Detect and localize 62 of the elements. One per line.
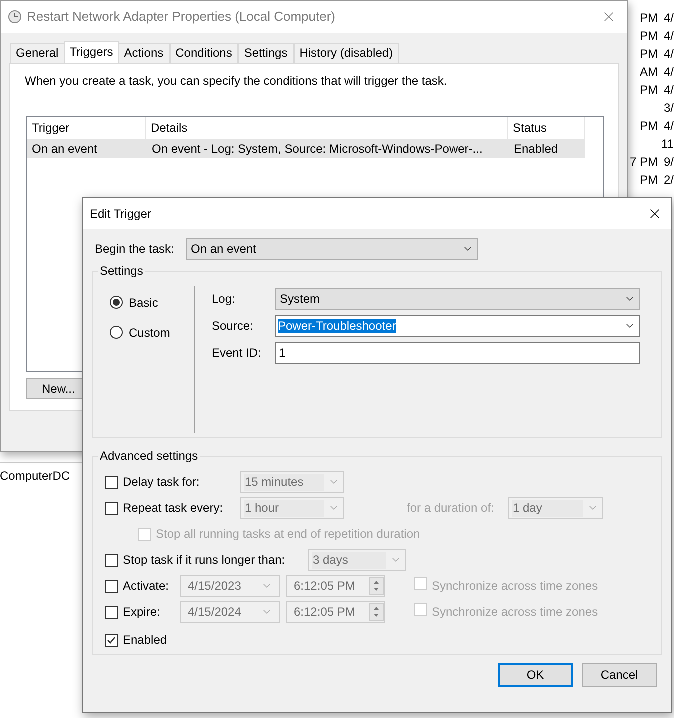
- list-cell-text: 4/: [664, 118, 674, 135]
- list-cell-text: 4/: [664, 10, 674, 27]
- list-cell-text: 4/: [664, 82, 674, 99]
- spinner-icon: [369, 577, 384, 595]
- checkbox-label: Repeat task every:: [123, 500, 224, 517]
- computer-name: ComputerDC: [0, 468, 70, 484]
- description-text: When you create a task, you can specify the conditions that will trigger the task.: [25, 73, 448, 90]
- tab[interactable]: History (disabled): [294, 43, 400, 63]
- log-dropdown[interactable]: System: [275, 288, 640, 310]
- dialog-title: Edit Trigger: [90, 206, 152, 222]
- tab[interactable]: Settings: [238, 43, 294, 63]
- list-cell: AM: [640, 65, 658, 79]
- radio-label: Custom: [129, 324, 170, 342]
- checkbox-label: Delay task for:: [123, 474, 201, 491]
- checkbox[interactable]: [105, 634, 118, 646]
- begin-task-dropdown[interactable]: On an event: [186, 238, 478, 260]
- dialog-button[interactable]: Cancel: [582, 663, 657, 687]
- list-cell: PM: [640, 47, 658, 61]
- list-cell-text: 4/: [664, 64, 674, 81]
- radio-button[interactable]: [110, 296, 123, 309]
- field-label: Source:: [212, 318, 254, 335]
- list-cell-text: 4/: [664, 46, 674, 63]
- list-cell: PM: [640, 29, 658, 43]
- source-combo-box[interactable]: Power-Troubleshooter: [275, 315, 640, 337]
- field-label: Log:: [212, 291, 236, 308]
- checkbox-label: Synchronize across time zones: [432, 578, 598, 595]
- window-title: Restart Network Adapter Properties (Local Computer): [27, 8, 337, 26]
- group-label: Settings: [99, 263, 144, 280]
- checkbox-label: Stop all running tasks at end of repetition duration: [156, 526, 420, 543]
- checkbox-label: Synchronize across time zones: [432, 604, 598, 621]
- field-label: Begin the task:: [94, 241, 176, 258]
- list-cell-text: 4/: [664, 28, 674, 45]
- field-label: Event ID:: [212, 345, 262, 362]
- tab[interactable]: Conditions: [170, 43, 238, 63]
- tab[interactable]: General: [10, 43, 65, 63]
- spinner-icon: [369, 603, 384, 621]
- tab[interactable]: Triggers: [64, 41, 120, 63]
- checkbox-label: Stop task if it runs longer than:: [123, 552, 286, 569]
- table-cell-text: Enabled: [513, 140, 560, 158]
- list-cell-text: 9/: [664, 154, 674, 171]
- list-cell: PM: [640, 119, 658, 133]
- table-cell-text: On an event: [31, 140, 98, 158]
- list-cell-text: 2/: [664, 172, 674, 189]
- list-cell: 7 PM: [630, 155, 658, 169]
- group-label: Advanced settings: [99, 448, 200, 465]
- list-cell: PM: [640, 83, 658, 97]
- list-cell: PM: [640, 11, 658, 25]
- checkbox-label: Expire:: [123, 604, 162, 621]
- dialog-button[interactable]: OK: [498, 663, 573, 687]
- list-cell: PM: [640, 173, 658, 187]
- clock-icon: [8, 10, 22, 24]
- radio-button[interactable]: [110, 326, 123, 339]
- checkbox-label: Activate:: [123, 578, 170, 595]
- radio-label: Basic: [129, 294, 158, 312]
- tab[interactable]: Actions: [118, 43, 170, 63]
- table-cell-text: On event - Log: System, Source: Microsoft-Windows-Power-...: [151, 140, 484, 158]
- table-row[interactable]: On an event On event - Log: System, Source: Microsoft-Windows-Power-... Enabled: [27, 139, 585, 158]
- event-id-field[interactable]: 1: [275, 342, 640, 364]
- list-cell-text: 11: [662, 136, 674, 153]
- checkbox-label: Enabled: [123, 632, 168, 649]
- duration-label: for a duration of:: [407, 500, 496, 517]
- list-cell-text: 3/: [664, 100, 674, 117]
